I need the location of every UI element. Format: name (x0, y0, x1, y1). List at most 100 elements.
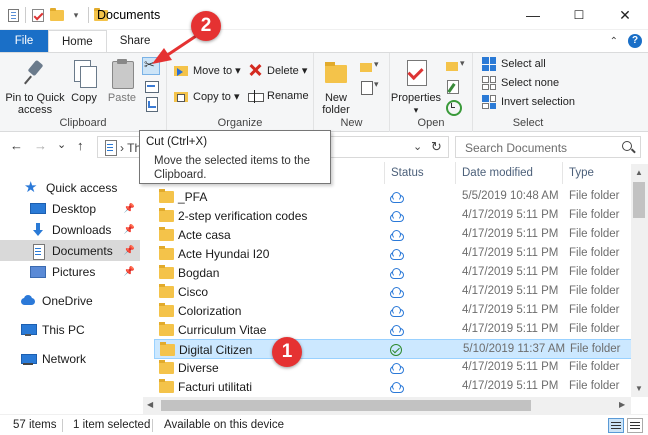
folder-icon (159, 189, 174, 203)
close-button[interactable]: ✕ (602, 0, 648, 30)
table-row[interactable]: Bogdan 4/17/2019 5:11 PM File folder (154, 263, 632, 283)
network-icon (20, 352, 37, 366)
file-type: File folder (569, 190, 620, 202)
cut-tooltip: Cut (Ctrl+X) Move the selected items to … (139, 130, 331, 184)
qa-divider (25, 7, 26, 23)
table-row[interactable]: Acte casa 4/17/2019 5:11 PM File folder (154, 225, 632, 245)
details-view-button[interactable] (608, 418, 624, 433)
nav-item-label: Documents (52, 243, 113, 258)
table-row[interactable]: Digital Citizen 5/10/2019 11:37 AM File fo… (154, 339, 632, 359)
new-item-icon[interactable] (358, 59, 384, 75)
ribbon: Pin to Quick access Copy Paste Clipboard… (0, 52, 648, 132)
select-none-button[interactable]: Select none (481, 74, 559, 92)
history-icon[interactable] (444, 98, 462, 116)
new-folder-button[interactable]: New folder (316, 57, 356, 116)
paste-button[interactable]: Paste (104, 57, 140, 104)
column-header-type[interactable]: Type (563, 162, 633, 184)
file-list: Status Date modified Type _PFA 5/5/2019 1… (145, 162, 648, 410)
table-row[interactable]: Cisco 4/17/2019 5:11 PM File folder (154, 282, 632, 302)
organize-group: Move to ▾ Copy to ▾ Delete ▾ Rename Orga… (167, 53, 314, 132)
tooltip-title: Cut (Ctrl+X) (146, 136, 208, 148)
select-group-label: Select (512, 117, 544, 129)
invert-selection-button[interactable]: Invert selection (481, 93, 575, 111)
table-row[interactable]: Curriculum Vitae 4/17/2019 5:11 PM File fo… (154, 320, 632, 340)
column-header-status[interactable]: Status (385, 162, 456, 184)
properties-qa-icon[interactable] (6, 8, 20, 22)
nav-item-quick-access[interactable]: Quick access (0, 177, 140, 198)
file-name: _PFA (178, 190, 208, 204)
move-to-button[interactable]: Move to ▾ (173, 61, 241, 79)
new-folder-icon (320, 57, 352, 89)
table-row[interactable]: Facturi utilitati 4/17/2019 5:11 PM File f… (154, 377, 632, 397)
forward-button[interactable]: → (34, 138, 47, 153)
table-row[interactable]: Colorization 4/17/2019 5:11 PM File folder (154, 301, 632, 321)
nav-item-onedrive[interactable]: OneDrive (0, 290, 140, 311)
easy-access-icon[interactable] (358, 79, 384, 95)
recent-locations-button[interactable]: ⌄ (57, 138, 66, 151)
nav-item-label: This PC (42, 322, 85, 337)
table-row[interactable]: Acte Hyundai I20 4/17/2019 5:11 PM File fo… (154, 244, 632, 264)
clipboard-group: Pin to Quick access Copy Paste Clipboard (0, 53, 167, 132)
delete-button[interactable]: Delete ▾ (247, 61, 307, 79)
nav-item-documents[interactable]: Documents 📌 (0, 240, 140, 261)
address-dropdown-button[interactable]: ⌄ (413, 140, 422, 153)
open-group-label: Open (417, 117, 445, 129)
vertical-scroll-thumb[interactable] (633, 182, 645, 218)
nav-item-pictures[interactable]: Pictures 📌 (0, 261, 140, 282)
search-box[interactable]: Search Documents (455, 136, 641, 158)
file-type: File folder (569, 304, 620, 316)
date-modified: 4/17/2019 5:11 PM (462, 285, 559, 297)
rename-icon (247, 88, 264, 104)
available-offline-icon (390, 344, 402, 356)
clipboard-group-label: Clipboard (59, 117, 107, 129)
rename-button[interactable]: Rename (247, 87, 309, 105)
invert-selection-icon (481, 94, 497, 110)
up-button[interactable]: ↑ (77, 138, 84, 153)
large-icons-view-button[interactable] (627, 418, 643, 433)
scroll-right-icon[interactable]: ▶ (619, 400, 625, 409)
checkmark-qa-icon[interactable] (31, 8, 45, 22)
vertical-scrollbar[interactable]: ▲ ▼ (631, 164, 648, 397)
scroll-left-icon[interactable]: ◀ (147, 400, 153, 409)
select-all-button[interactable]: Select all (481, 55, 546, 73)
properties-button[interactable]: Properties ▾ (390, 57, 442, 116)
nav-item-this-pc[interactable]: This PC (0, 319, 140, 340)
pin-icon: 📌 (123, 203, 135, 213)
copy-path-icon[interactable] (143, 78, 159, 94)
customize-qa-icon[interactable]: ▾ (69, 8, 83, 22)
cut-scissors-icon[interactable] (142, 57, 160, 75)
date-modified: 4/17/2019 5:11 PM (462, 247, 559, 259)
back-button[interactable]: ← (10, 138, 23, 153)
open-icon[interactable] (444, 58, 470, 74)
nav-item-network[interactable]: Network (0, 348, 140, 369)
copy-to-button[interactable]: Copy to ▾ (173, 87, 240, 105)
horizontal-scroll-thumb[interactable] (161, 400, 531, 411)
onedrive-icon (20, 294, 36, 308)
tab-home[interactable]: Home (48, 30, 107, 53)
date-modified: 5/10/2019 11:37 AM (463, 343, 566, 355)
nav-item-desktop[interactable]: Desktop 📌 (0, 198, 140, 219)
column-header-date-modified[interactable]: Date modified (456, 162, 563, 184)
maximize-button[interactable]: ☐ (556, 0, 602, 30)
paste-shortcut-icon[interactable] (143, 96, 159, 112)
edit-icon[interactable] (444, 78, 460, 94)
refresh-button[interactable]: ↻ (431, 139, 442, 155)
help-icon[interactable]: ? (628, 34, 642, 48)
copy-button[interactable]: Copy (66, 57, 102, 104)
collapse-ribbon-icon[interactable]: ⌃ (610, 36, 618, 47)
table-row[interactable]: _PFA 5/5/2019 10:48 AM File folder (154, 187, 632, 207)
tab-file[interactable]: File (0, 30, 48, 52)
select-group: Select all Select none Invert selection … (473, 53, 583, 132)
table-row[interactable]: 2-step verification codes 4/17/2019 5:11 … (154, 206, 632, 226)
pin-to-quick-access-button[interactable]: Pin to Quick access (4, 57, 66, 116)
new-folder-qa-icon[interactable] (50, 7, 64, 22)
cloud-status-icon (389, 266, 404, 280)
properties-icon (400, 57, 432, 89)
nav-item-downloads[interactable]: Downloads 📌 (0, 219, 140, 240)
tab-share[interactable]: Share (107, 30, 164, 52)
scroll-up-icon[interactable]: ▲ (635, 168, 643, 177)
table-row[interactable]: Diverse 4/17/2019 5:11 PM File folder (154, 358, 632, 378)
scroll-down-icon[interactable]: ▼ (635, 384, 643, 393)
minimize-button[interactable]: — (510, 0, 556, 30)
horizontal-scrollbar[interactable]: ◀ ▶ (143, 397, 631, 414)
